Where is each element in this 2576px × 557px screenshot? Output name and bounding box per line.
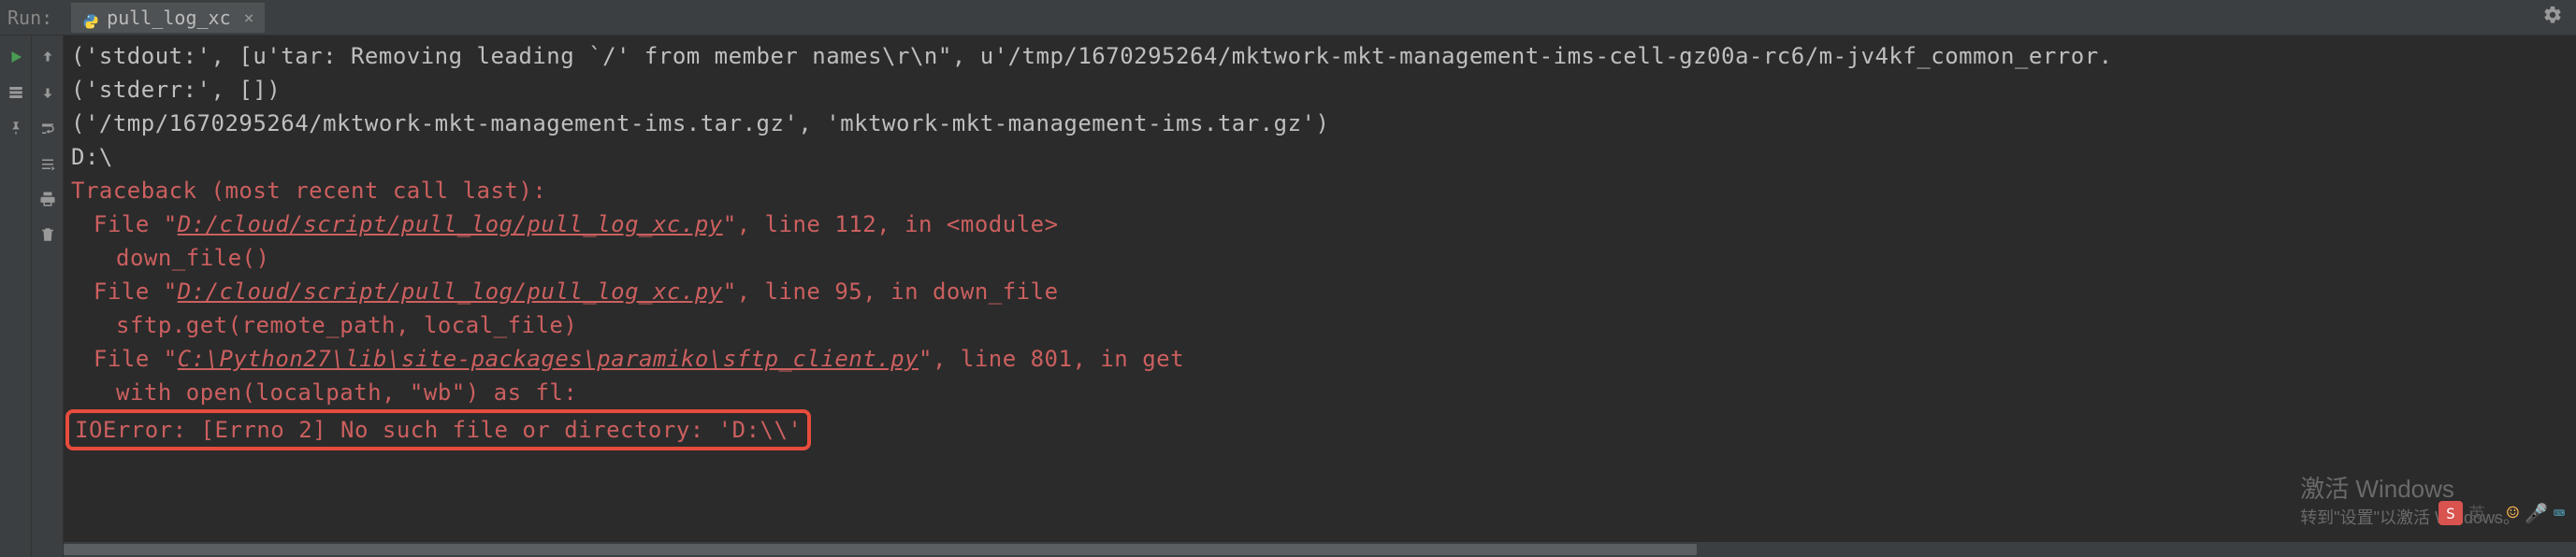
keyboard-icon[interactable]: ⌨ (2554, 502, 2565, 524)
console-line: ('stderr:', []) (71, 73, 2569, 107)
tab-label: pull_log_xc (107, 7, 230, 29)
ime-bar[interactable]: S 英 , ☺ 🎤 ⌨ (2439, 501, 2565, 525)
file-link[interactable]: C:\Python27\lib\site-packages\paramiko\s… (178, 346, 919, 372)
layout-icon[interactable] (6, 82, 26, 103)
play-icon[interactable] (6, 47, 26, 67)
scroll-icon[interactable] (37, 153, 58, 174)
gear-icon[interactable] (2542, 5, 2563, 31)
trash-icon[interactable] (37, 224, 58, 245)
python-icon (82, 9, 99, 26)
traceback-code: sftp.get(remote_path, local_file) (71, 308, 2569, 342)
ime-logo-icon[interactable]: S (2439, 501, 2463, 525)
traceback-code: down_file() (71, 241, 2569, 275)
traceback-frame: File "D:/cloud/script/pull_log/pull_log_… (71, 275, 2569, 308)
ime-punct[interactable]: , (2491, 504, 2501, 523)
arrow-down-icon[interactable] (37, 82, 58, 103)
console-line: ('/tmp/1670295264/mktwork-mkt-management… (71, 107, 2569, 140)
scrollbar-thumb[interactable] (64, 544, 1697, 555)
console-output[interactable]: ('stdout:', [u'tar: Removing leading `/'… (64, 36, 2576, 557)
traceback-code: with open(localpath, "wb") as fl: (71, 376, 2569, 409)
smile-icon[interactable]: ☺ (2507, 502, 2519, 525)
close-icon[interactable]: × (244, 8, 254, 28)
console-line: ('stdout:', [u'tar: Removing leading `/'… (71, 39, 2569, 73)
run-tab[interactable]: pull_log_xc × (71, 3, 265, 33)
arrow-up-icon[interactable] (37, 47, 58, 67)
left-toolbar-1 (0, 36, 32, 557)
error-line: IOError: [Errno 2] No such file or direc… (71, 409, 2569, 450)
wrap-icon[interactable] (37, 118, 58, 138)
mic-icon[interactable]: 🎤 (2525, 502, 2548, 524)
file-link[interactable]: D:/cloud/script/pull_log/pull_log_xc.py (178, 211, 723, 237)
console-line: D:\ (71, 140, 2569, 174)
run-label: Run: (7, 7, 52, 29)
traceback-frame: File "D:/cloud/script/pull_log/pull_log_… (71, 207, 2569, 241)
file-link[interactable]: D:/cloud/script/pull_log/pull_log_xc.py (178, 278, 723, 305)
ime-lang[interactable]: 英 (2468, 501, 2485, 525)
print-icon[interactable] (37, 189, 58, 209)
traceback-frame: File "C:\Python27\lib\site-packages\para… (71, 342, 2569, 376)
traceback-header: Traceback (most recent call last): (71, 174, 2569, 207)
pin-icon[interactable] (6, 118, 26, 138)
left-toolbar-2 (32, 36, 64, 557)
top-bar: Run: pull_log_xc × (0, 0, 2576, 36)
horizontal-scrollbar[interactable] (64, 542, 2576, 557)
